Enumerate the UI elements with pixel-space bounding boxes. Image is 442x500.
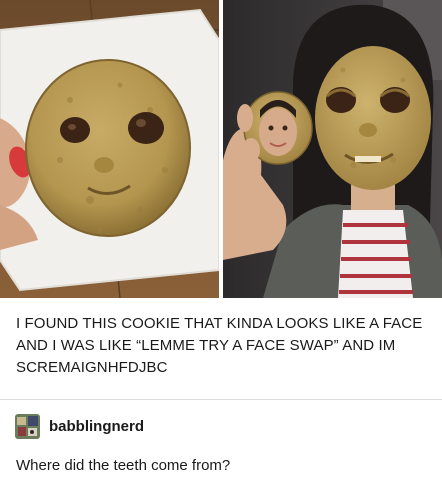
reply-text: Where did the teeth come from? xyxy=(16,457,231,474)
reply-header: babblingnerd xyxy=(15,414,144,439)
divider xyxy=(0,399,442,400)
username-link[interactable]: babblingnerd xyxy=(49,418,144,435)
cookie-photo xyxy=(0,0,219,298)
post-photos xyxy=(0,0,442,300)
face-swap-photo xyxy=(223,0,442,298)
post-caption: I FOUND THIS COOKIE THAT KINDA LOOKS LIK… xyxy=(16,315,423,376)
user-avatar[interactable] xyxy=(15,414,40,439)
